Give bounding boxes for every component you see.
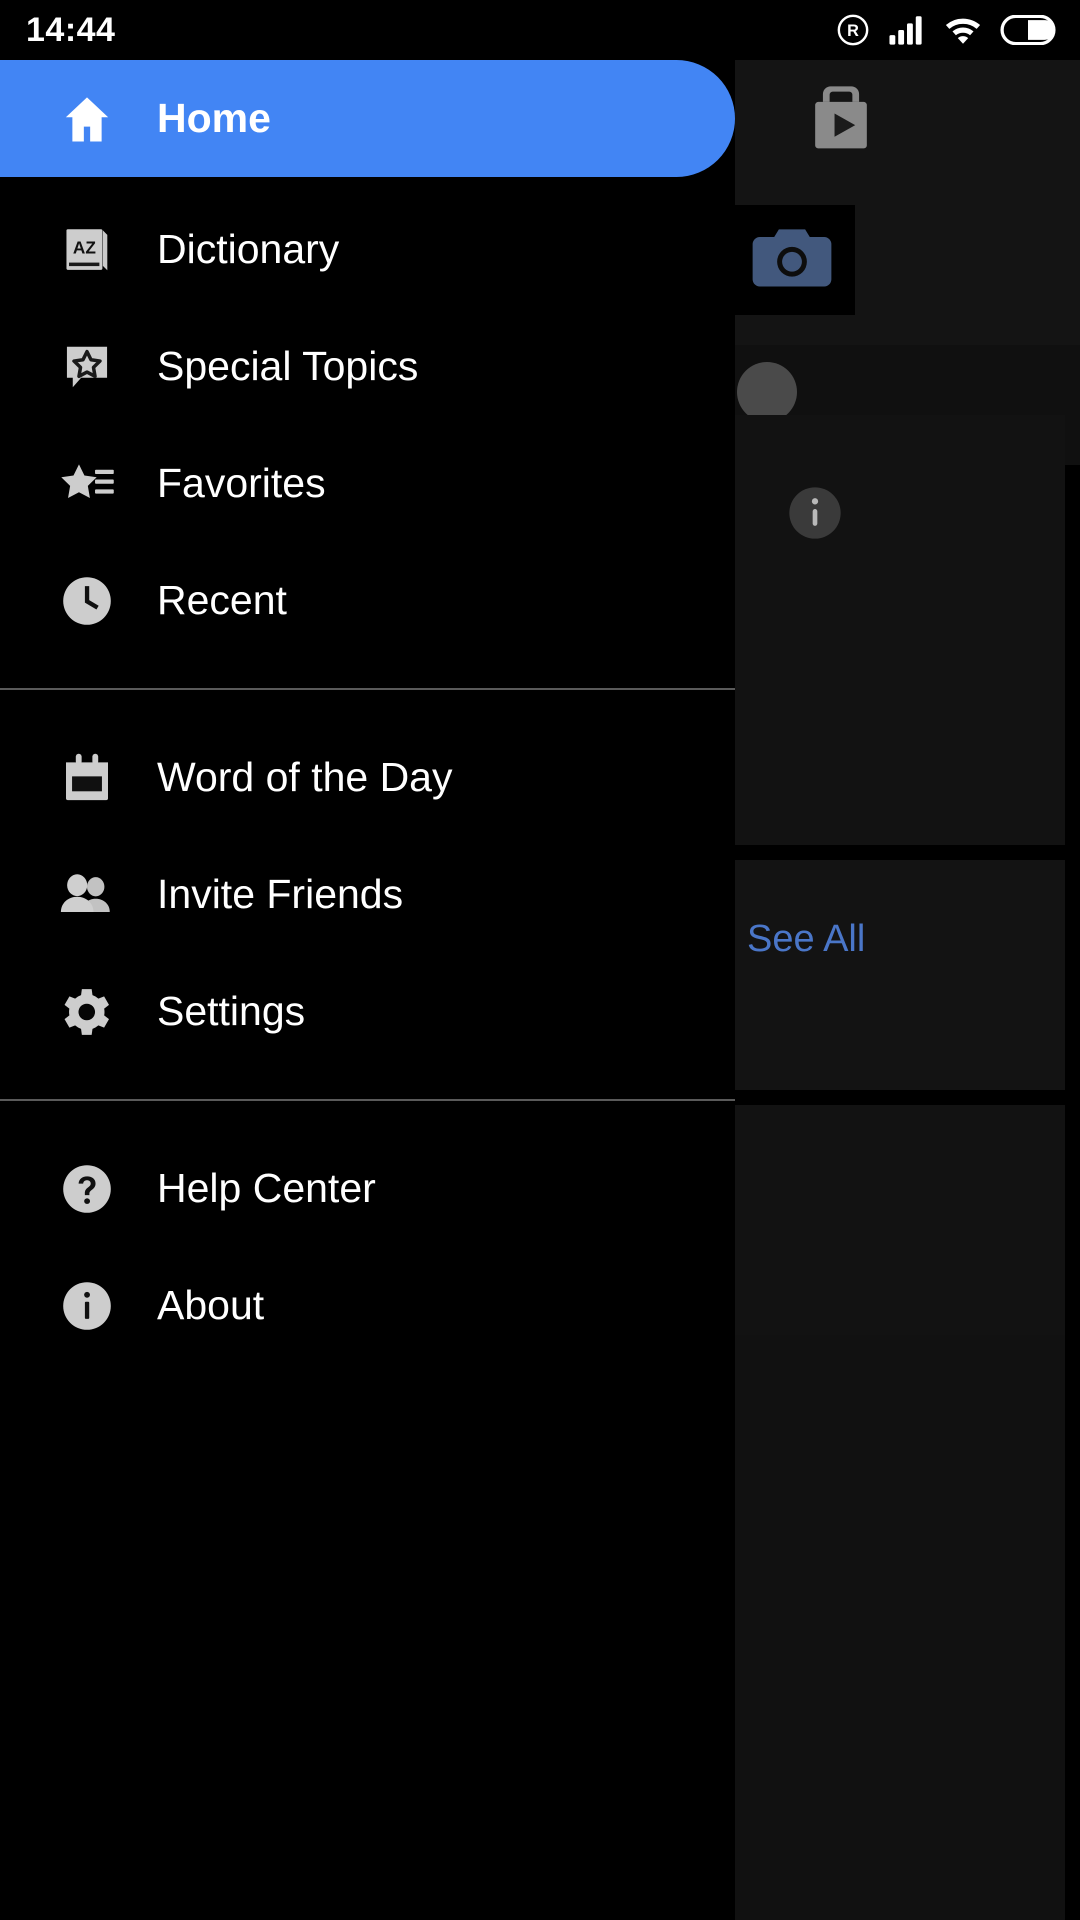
nav-label-recent: Recent [157, 577, 287, 623]
phone-screen: See All Home AZ Dictionary Special Topic… [0, 0, 1080, 1920]
nav-label-favorites: Favorites [157, 460, 326, 506]
home-icon [56, 88, 118, 150]
navigation-drawer: Home AZ Dictionary Special Topics Favori… [0, 60, 735, 1920]
help-circle-icon [56, 1158, 118, 1220]
nav-item-settings[interactable]: Settings [0, 953, 735, 1070]
nav-label-invite-friends: Invite Friends [157, 871, 404, 917]
people-icon [56, 864, 118, 926]
status-icon-tray: R [836, 13, 1056, 47]
info-circle-icon [787, 485, 843, 541]
nav-label-word-of-the-day: Word of the Day [157, 754, 453, 800]
nav-item-special-topics[interactable]: Special Topics [0, 308, 735, 425]
play-store-bag-icon [810, 85, 872, 155]
cellular-signal-icon [888, 15, 926, 45]
star-list-icon [56, 453, 118, 515]
camera-icon [748, 225, 836, 295]
clock-icon [56, 570, 118, 632]
nav-item-home[interactable]: Home [0, 60, 735, 177]
calendar-icon [56, 747, 118, 809]
info-circle-icon [56, 1275, 118, 1337]
nav-label-help-center: Help Center [157, 1165, 376, 1211]
bg-card-5[interactable] [735, 1335, 1065, 1920]
nav-label-settings: Settings [157, 988, 306, 1034]
roaming-icon: R [836, 13, 870, 47]
nav-item-help-center[interactable]: Help Center [0, 1130, 735, 1247]
nav-item-recent[interactable]: Recent [0, 542, 735, 659]
status-clock: 14:44 [26, 11, 116, 49]
nav-item-favorites[interactable]: Favorites [0, 425, 735, 542]
nav-item-invite-friends[interactable]: Invite Friends [0, 836, 735, 953]
nav-item-about[interactable]: About [0, 1247, 735, 1364]
wifi-icon [944, 15, 982, 45]
gear-icon [56, 981, 118, 1043]
see-all-link[interactable]: See All [747, 918, 865, 961]
svg-text:AZ: AZ [73, 237, 96, 257]
nav-label-home: Home [157, 95, 271, 141]
nav-label-special-topics: Special Topics [157, 343, 419, 389]
nav-item-word-of-the-day[interactable]: Word of the Day [0, 719, 735, 836]
nav-label-about: About [157, 1282, 265, 1328]
star-bubble-icon [56, 336, 118, 398]
bg-card-see-all[interactable]: See All [735, 860, 1065, 1090]
svg-text:R: R [847, 22, 859, 40]
nav-label-dictionary: Dictionary [157, 226, 340, 272]
bg-card-info[interactable] [735, 415, 1065, 845]
nav-item-dictionary[interactable]: AZ Dictionary [0, 191, 735, 308]
battery-icon [1000, 15, 1056, 45]
dictionary-book-icon: AZ [56, 219, 118, 281]
status-bar: 14:44 R [0, 0, 1080, 60]
